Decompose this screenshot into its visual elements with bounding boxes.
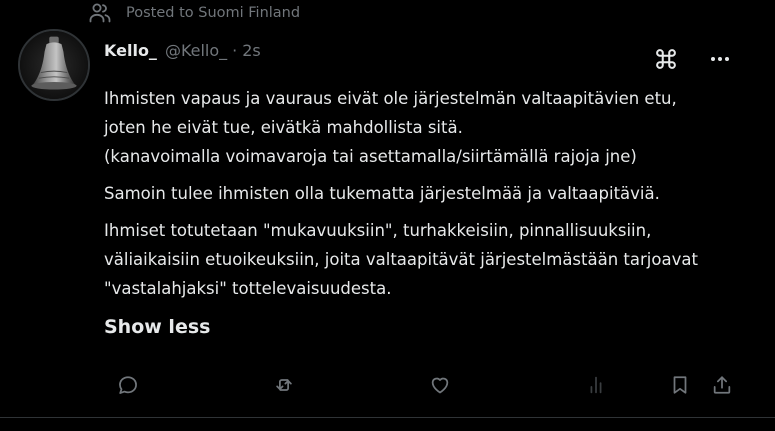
more-icon[interactable] [703,42,737,76]
grok-icon[interactable] [649,42,683,76]
post-timestamp[interactable]: 2s [242,41,261,60]
repost-icon[interactable] [267,368,301,402]
post-top-actions [649,42,737,76]
avatar[interactable] [18,29,90,101]
post-text-line: Ihmisten vapaus ja vauraus eivät ole jär… [104,89,677,108]
post-text-line: (kanavoimalla voimavaroja tai asettamall… [104,147,637,166]
author-display-name[interactable]: Kello_ [104,41,157,60]
post-body: Ihmisten vapaus ja vauraus eivät ole jär… [104,84,744,311]
post-paragraph: Ihmisten vapaus ja vauraus eivät ole jär… [104,84,744,171]
post-divider [0,417,775,418]
post-paragraph: Ihmiset totutetaan "mukavuuksiin", turha… [104,216,744,303]
header-separator: · [232,40,238,60]
post-text-line: väliaikaisiin etuoikeuksiin, joita valta… [104,250,698,269]
community-icon [88,1,112,25]
reply-icon[interactable] [111,368,145,402]
like-icon[interactable] [423,368,457,402]
bookmark-icon[interactable] [663,368,697,402]
share-icon[interactable] [705,368,739,402]
post-header: Kello_ @Kello_ · 2s [104,38,261,62]
post-text-line: joten he eivät tue, eivätkä mahdollista … [104,118,463,137]
community-context-text: Posted to Suomi Finland [126,5,301,21]
author-handle[interactable]: @Kello_ [165,41,227,60]
community-context[interactable]: Posted to Suomi Finland [88,0,300,26]
post-action-bar [0,368,775,402]
show-less-button[interactable]: Show less [104,316,210,338]
bell-avatar [20,31,88,99]
post-paragraph: Samoin tulee ihmisten olla tukematta jär… [104,179,744,208]
post-text-line: "vastalahjaksi" tottelevaisuudesta. [104,279,392,298]
views-icon[interactable] [579,368,613,402]
post-text-line: Ihmiset totutetaan "mukavuuksiin", turha… [104,221,652,240]
post-text-line: Samoin tulee ihmisten olla tukematta jär… [104,184,660,203]
